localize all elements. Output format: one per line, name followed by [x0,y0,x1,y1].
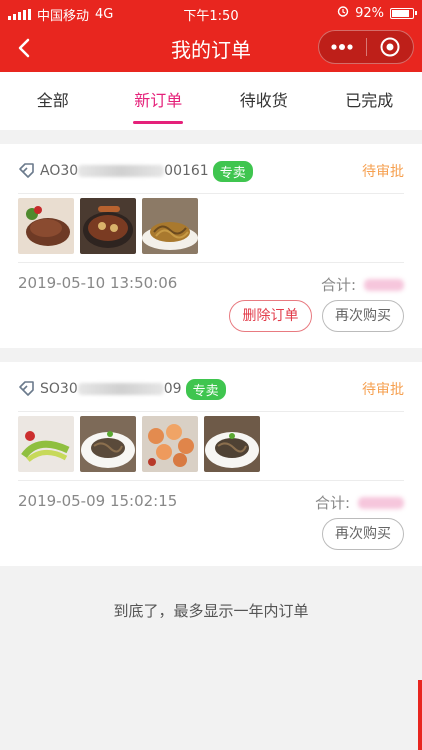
product-images [18,416,260,472]
total-amount-masked [364,278,404,291]
product-image-noodle-plate-2[interactable] [204,416,260,472]
end-of-list-note: 到底了，最多显示一年内订单 [113,602,309,620]
order-card[interactable]: AO30 00161 专卖 待审批 2019-05-10 13:50:06 合计… [0,144,422,348]
battery-percent: 92% [355,5,384,21]
close-button[interactable] [367,31,414,63]
order-total: 合计: [321,274,404,295]
product-image-fried-noodles[interactable] [142,198,198,254]
product-image-braised-dish[interactable] [80,198,136,254]
battery-icon [390,7,417,19]
divider [18,193,404,194]
order-number-prefix: AO30 [40,163,79,179]
more-dots-icon [331,44,353,50]
order-number-suffix: 00161 [164,163,209,179]
divider [18,480,404,481]
total-label: 合计: [314,494,350,512]
order-number-masked [77,383,164,395]
order-date: 2019-05-10 13:50:06 [18,274,178,292]
order-number: SO30 09 [40,381,182,397]
tab-new-orders[interactable]: 新订单 [106,72,212,130]
divider [18,262,404,263]
product-image-steak[interactable] [18,198,74,254]
buy-again-button[interactable]: 再次购买 [322,300,404,332]
total-amount-masked [358,496,404,509]
header: 中国移动 4G 下午1:50 92% 我的订单 [0,0,422,72]
edge-decoration [418,680,422,750]
status-bar: 中国移动 4G 下午1:50 92% [0,0,422,26]
alarm-icon [337,5,349,21]
order-date: 2019-05-09 15:02:15 [18,492,178,510]
more-button[interactable] [319,31,366,63]
mini-program-capsule [318,30,414,64]
tab-all[interactable]: 全部 [0,72,106,130]
order-card[interactable]: SO30 09 专卖 待审批 2019-05-09 15:02:15 合计: 再… [0,362,422,566]
product-images [18,198,198,254]
divider [18,411,404,412]
order-header: AO30 00161 专卖 [18,158,404,184]
exclusive-badge: 专卖 [212,160,253,182]
order-total: 合计: [315,492,404,513]
product-image-shrimp[interactable] [142,416,198,472]
product-image-noodle-plate[interactable] [80,416,136,472]
target-circle-icon [380,37,400,57]
buy-again-button[interactable]: 再次购买 [322,518,404,550]
order-status: 待审批 [362,164,404,180]
tab-completed[interactable]: 已完成 [317,72,422,130]
order-tabs: 全部 新订单 待收货 已完成 [0,72,422,130]
order-number-prefix: SO30 [40,381,78,397]
order-header: SO30 09 专卖 [18,376,404,402]
order-status: 待审批 [362,382,404,398]
exclusive-badge: 专卖 [185,378,226,400]
order-number-masked [78,165,165,177]
ticket-icon [19,381,34,396]
product-image-salad[interactable] [18,416,74,472]
nav-bar: 我的订单 [0,28,422,68]
order-number-suffix: 09 [163,381,182,397]
tab-pending-receipt[interactable]: 待收货 [211,72,317,130]
total-label: 合计: [320,276,356,294]
ticket-icon [19,163,34,178]
delete-order-button[interactable]: 删除订单 [229,300,312,332]
order-number: AO30 00161 [40,163,209,179]
